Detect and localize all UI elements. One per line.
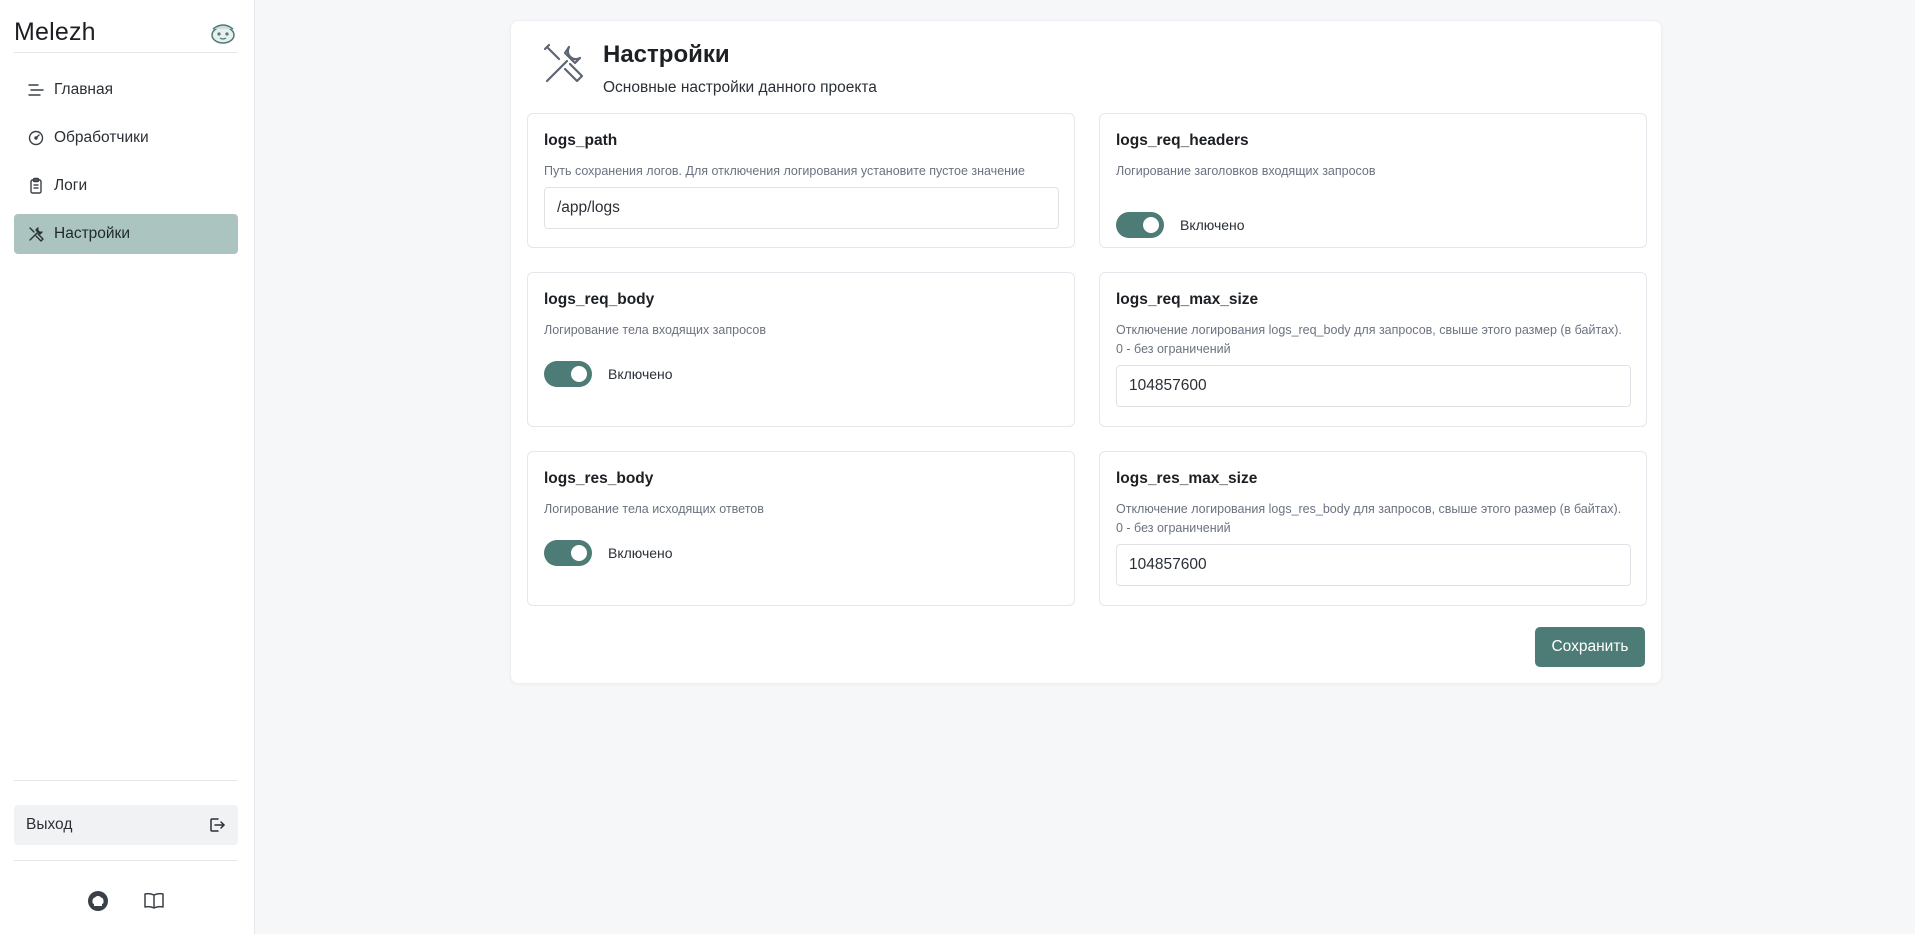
menu-lines-icon: [27, 81, 45, 99]
field-name: logs_req_body: [544, 291, 655, 308]
field-description: Путь сохранения логов. Для отключения ло…: [544, 164, 1025, 178]
field-description: Логирование тела входящих запросов: [544, 323, 767, 337]
page-title: Настройки: [603, 41, 730, 68]
sidebar-item-settings[interactable]: Настройки: [14, 214, 238, 254]
logs-req-headers-toggle[interactable]: [1116, 212, 1164, 238]
field-logs-res-max-size: logs_res_max_size Отключение логирования…: [1099, 451, 1647, 606]
field-name: logs_res_body: [544, 470, 654, 487]
field-logs-res-body: logs_res_body Логирование тела исходящих…: [527, 451, 1075, 606]
field-name: logs_req_max_size: [1116, 291, 1259, 308]
teapot-logo-icon: [208, 17, 238, 47]
sidebar-divider: [14, 780, 238, 781]
github-icon[interactable]: [87, 890, 109, 912]
toggle-label: Включено: [1180, 217, 1245, 233]
toggle-row: Включено: [1116, 212, 1630, 238]
page-subtitle: Основные настройки данного проекта: [603, 79, 877, 96]
sidebar-divider: [14, 52, 238, 53]
field-name: logs_res_max_size: [1116, 470, 1258, 487]
field-logs-req-headers: logs_req_headers Логирование заголовков …: [1099, 113, 1647, 248]
sidebar-item-home[interactable]: Главная: [14, 70, 238, 110]
field-description: Отключение логирования logs_res_body для…: [1116, 502, 1622, 535]
gauge-icon: [27, 129, 45, 147]
sidebar-item-handlers[interactable]: Обработчики: [14, 118, 238, 158]
field-description: Логирование тела исходящих ответов: [544, 502, 764, 516]
clipboard-icon: [27, 177, 45, 195]
logout-button[interactable]: Выход: [14, 805, 238, 845]
app-name: Melezh: [14, 17, 96, 46]
sidebar-item-label: Логи: [54, 177, 88, 194]
toggle-label: Включено: [608, 366, 673, 382]
sidebar-item-label: Обработчики: [54, 129, 149, 146]
sidebar-divider: [14, 860, 238, 861]
logs-req-max-size-input[interactable]: 104857600: [1116, 365, 1631, 407]
field-name: logs_path: [544, 132, 618, 149]
field-logs-req-max-size: logs_req_max_size Отключение логирования…: [1099, 272, 1647, 427]
sidebar-nav: Главная Обработчики Логи Настройки: [14, 70, 238, 262]
sidebar-item-label: Главная: [54, 81, 113, 98]
sidebar-item-label: Настройки: [54, 225, 131, 242]
logout-label: Выход: [26, 816, 73, 833]
toggle-row: Включено: [544, 540, 1058, 566]
tools-icon: [541, 41, 587, 87]
field-description: Отключение логирования logs_req_body для…: [1116, 323, 1622, 356]
toggle-label: Включено: [608, 545, 673, 561]
field-description: Логирование заголовков входящих запросов: [1116, 164, 1376, 178]
settings-card: Настройки Основные настройки данного про…: [510, 20, 1662, 684]
sidebar-footer: [14, 886, 238, 916]
save-button[interactable]: Сохранить: [1535, 627, 1645, 667]
page-header: Настройки Основные настройки данного про…: [541, 39, 877, 99]
brand: Melezh: [14, 12, 238, 52]
sidebar: Melezh Главная Обработчики Логи Настройк…: [0, 0, 255, 934]
logs-req-body-toggle[interactable]: [544, 361, 592, 387]
logout-icon: [208, 816, 226, 834]
field-logs-path: logs_path Путь сохранения логов. Для отк…: [527, 113, 1075, 248]
logs-res-max-size-input[interactable]: 104857600: [1116, 544, 1631, 586]
field-logs-req-body: logs_req_body Логирование тела входящих …: [527, 272, 1075, 427]
logs-res-body-toggle[interactable]: [544, 540, 592, 566]
field-name: logs_req_headers: [1116, 132, 1249, 149]
toggle-row: Включено: [544, 361, 1058, 387]
book-icon[interactable]: [143, 890, 165, 912]
sidebar-item-logs[interactable]: Логи: [14, 166, 238, 206]
tools-icon: [27, 225, 45, 243]
logs-path-input[interactable]: /app/logs: [544, 187, 1059, 229]
